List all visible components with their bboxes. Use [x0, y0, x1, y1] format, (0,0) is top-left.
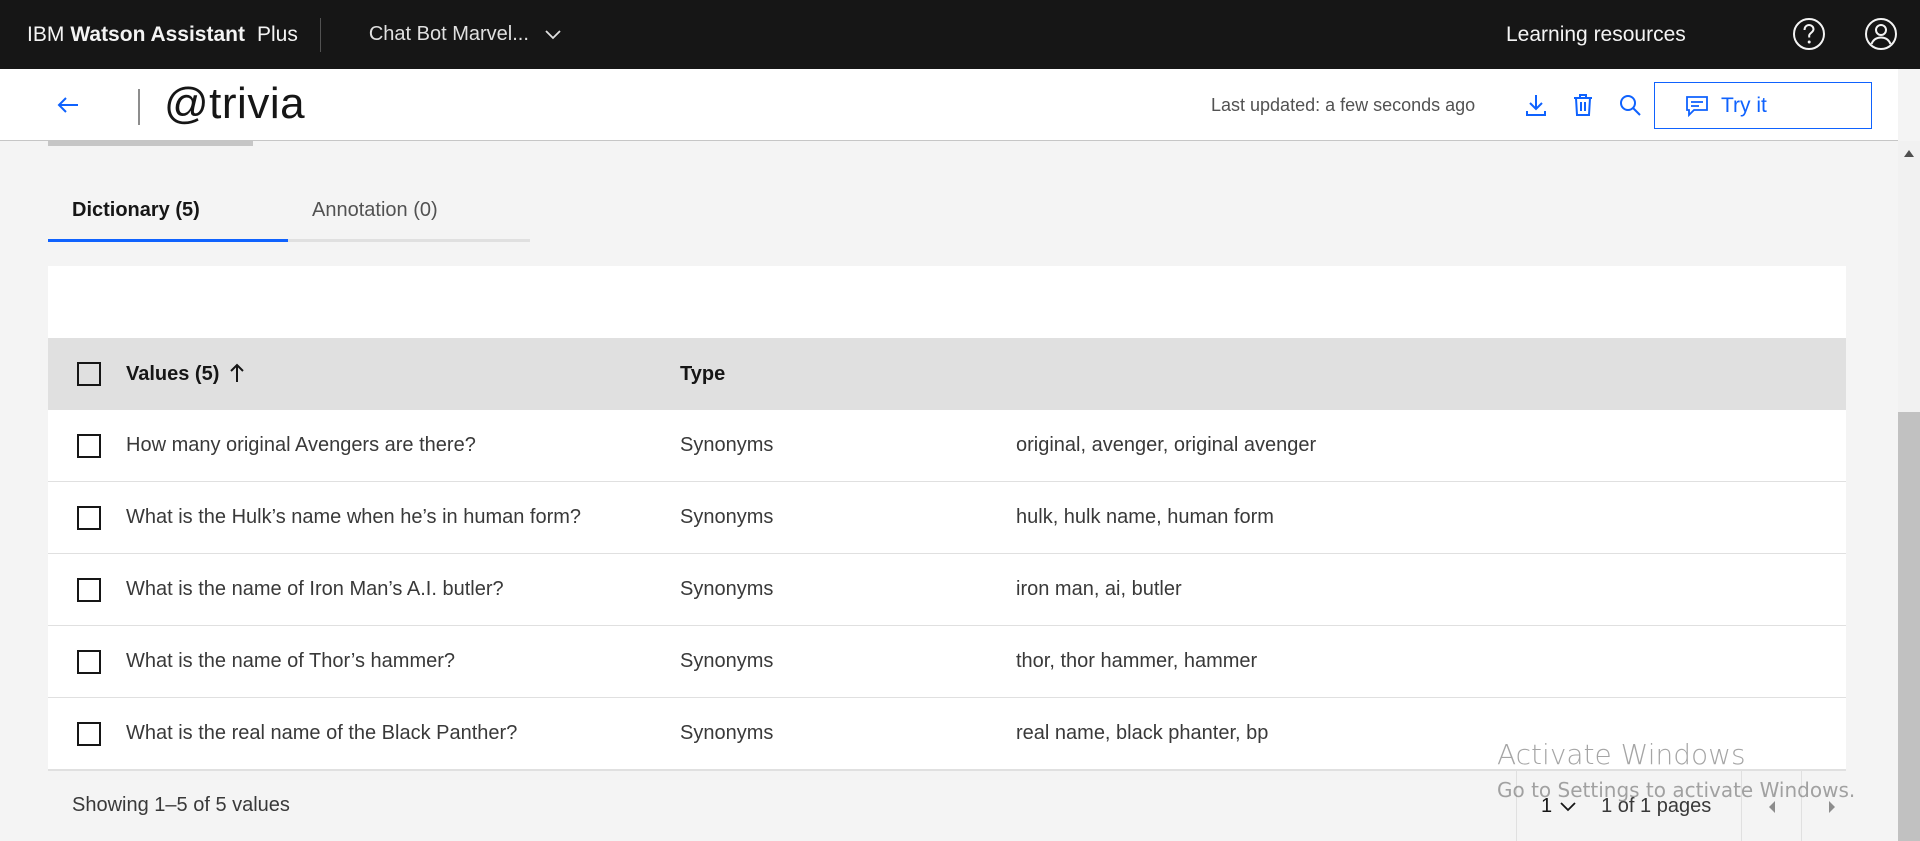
- entity-title[interactable]: @trivia: [164, 79, 305, 129]
- row-synonyms[interactable]: original, avenger, original avenger: [1016, 434, 1316, 457]
- title-divider: [138, 89, 140, 125]
- last-updated-text: Last updated: a few seconds ago: [1211, 95, 1476, 115]
- brand[interactable]: IBM Watson Assistant Plus: [0, 0, 298, 69]
- tab-dictionary[interactable]: Dictionary (5): [48, 182, 288, 242]
- back-arrow-icon[interactable]: [54, 91, 82, 119]
- row-checkbox[interactable]: [77, 505, 101, 530]
- help-icon[interactable]: [1792, 17, 1826, 51]
- entity-toolbar: @trivia Last updated: a few seconds ago …: [0, 69, 1898, 141]
- table-row[interactable]: What is the name of Thor’s hammer? Synon…: [48, 626, 1846, 698]
- select-all-checkbox[interactable]: [77, 362, 101, 386]
- scrollbar-thumb[interactable]: [1898, 412, 1920, 841]
- values-column-header[interactable]: Values (5): [126, 363, 245, 386]
- table-row[interactable]: How many original Avengers are there? Sy…: [48, 410, 1846, 482]
- learning-resources-link[interactable]: Learning resources: [1506, 0, 1686, 69]
- search-icon[interactable]: [1616, 91, 1644, 119]
- assistant-switcher[interactable]: Chat Bot Marvel...: [369, 23, 561, 46]
- chat-icon: [1686, 95, 1708, 117]
- row-value[interactable]: What is the Hulk’s name when he’s in hum…: [126, 506, 581, 529]
- download-icon[interactable]: [1522, 91, 1550, 119]
- delete-icon[interactable]: [1569, 91, 1597, 119]
- row-synonyms[interactable]: real name, black phanter, bp: [1016, 722, 1268, 745]
- row-value[interactable]: What is the name of Iron Man’s A.I. butl…: [126, 578, 504, 601]
- row-value[interactable]: What is the name of Thor’s hammer?: [126, 650, 455, 673]
- row-checkbox[interactable]: [77, 649, 101, 674]
- assistant-name: Chat Bot Marvel...: [368, 23, 529, 45]
- scroll-up-arrow[interactable]: [1904, 150, 1914, 157]
- brand-company: IBM: [27, 22, 65, 46]
- top-header: IBM Watson Assistant Plus Chat Bot Marve…: [0, 0, 1920, 69]
- scrolled-content-edge: [48, 141, 253, 146]
- user-icon[interactable]: [1864, 17, 1898, 51]
- table-row[interactable]: What is the name of Iron Man’s A.I. butl…: [48, 554, 1846, 626]
- brand-product: Watson Assistant: [70, 22, 245, 46]
- table-toolbar-area: [48, 266, 1846, 338]
- entity-tabs: Dictionary (5) Annotation (0): [48, 182, 530, 242]
- row-type: Synonyms: [680, 506, 774, 528]
- row-synonyms[interactable]: iron man, ai, butler: [1016, 578, 1182, 601]
- activate-windows-subtitle: Go to Settings to activate Windows.: [1497, 778, 1856, 802]
- chevron-down-icon: [1560, 801, 1576, 811]
- row-synonyms[interactable]: thor, thor hammer, hammer: [1016, 650, 1257, 673]
- values-header-label: Values (5): [126, 362, 220, 385]
- chevron-down-icon: [545, 29, 561, 39]
- row-type: Synonyms: [680, 650, 774, 672]
- row-value[interactable]: How many original Avengers are there?: [126, 434, 476, 457]
- row-checkbox[interactable]: [77, 721, 101, 746]
- row-type: Synonyms: [680, 722, 774, 744]
- brand-plan: Plus: [256, 22, 298, 46]
- showing-count: Showing 1–5 of 5 values: [72, 794, 290, 816]
- try-it-button[interactable]: Try it: [1654, 82, 1872, 129]
- table-row[interactable]: What is the Hulk’s name when he’s in hum…: [48, 482, 1846, 554]
- header-divider: [319, 17, 321, 52]
- row-type: Synonyms: [680, 578, 774, 600]
- row-checkbox[interactable]: [77, 433, 101, 458]
- row-synonyms[interactable]: hulk, hulk name, human form: [1016, 506, 1274, 529]
- row-value[interactable]: What is the real name of the Black Panth…: [126, 722, 517, 745]
- row-checkbox[interactable]: [77, 577, 101, 602]
- table-header: Values (5) Type: [48, 338, 1846, 410]
- row-type: Synonyms: [680, 434, 774, 456]
- sort-ascending-icon: [230, 363, 245, 382]
- activate-windows-title: Activate Windows: [1497, 738, 1746, 771]
- try-it-label: Try it: [1721, 93, 1767, 117]
- type-column-header: Type: [680, 362, 726, 385]
- tab-annotation[interactable]: Annotation (0): [288, 182, 530, 242]
